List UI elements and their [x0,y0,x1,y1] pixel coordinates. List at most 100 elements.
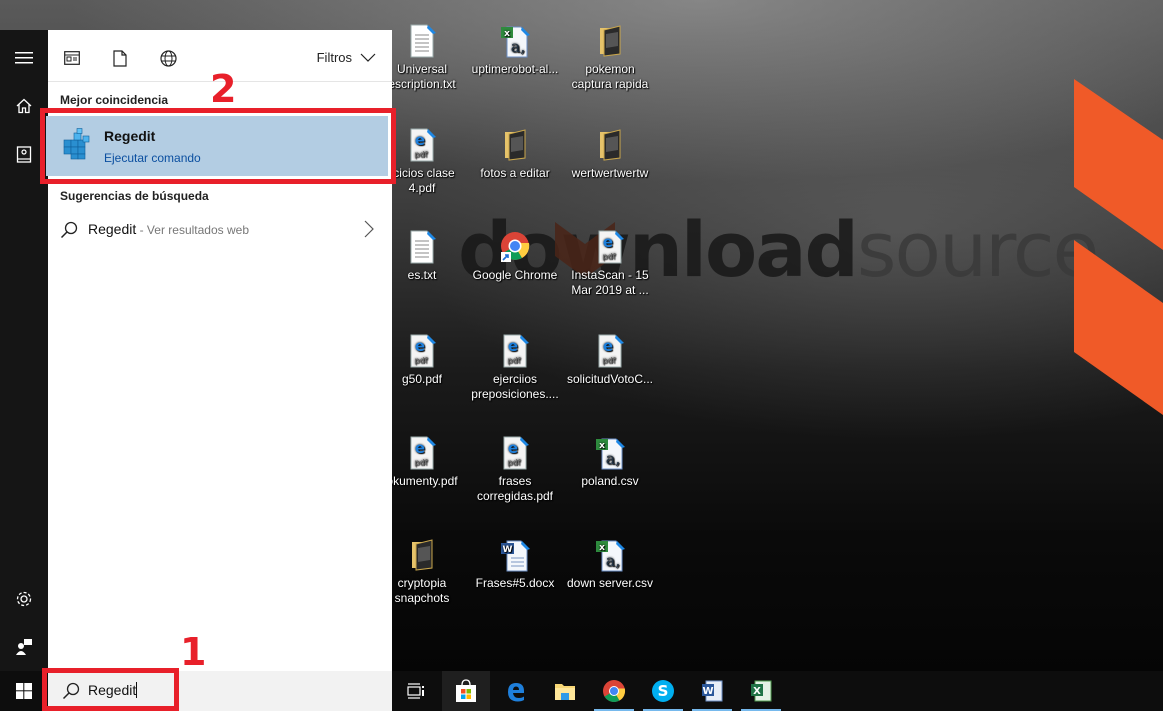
web-globe-icon [159,49,177,67]
svg-text:pdf: pdf [508,458,521,467]
svg-text:e: e [508,439,518,457]
web-suggestion-hint: - Ver resultados web [136,223,249,237]
desktop-icon-pdf[interactable]: e pdf solicitudVotoC... [563,334,657,387]
desktop-icon-label: solicitudVotoC... [566,372,654,386]
pdf-file-icon: e pdf [406,334,438,368]
chevron-down-icon [360,53,376,62]
desktop-icon-pdf[interactable]: e pdf InstaScan - 15 Mar 2019 at ... [563,230,657,298]
svg-text:e: e [415,131,425,149]
svg-text:pdf: pdf [415,150,428,159]
desktop-icon-label: uptimerobot-al... [471,62,559,76]
desktop-icon-csv[interactable]: x a, down server.csv [563,538,657,591]
word-icon: W [702,680,723,702]
svg-text:pdf: pdf [508,356,521,365]
annotation-number-2: 2 [210,67,237,111]
svg-text:W: W [702,686,713,697]
desktop-icon-docx[interactable]: W Frases#5.docx [468,538,562,591]
folder-file-icon [406,538,438,572]
svg-text:x: x [599,543,605,553]
csv-file-icon: x a, [594,538,626,572]
csv-file-icon: x a, [499,24,531,58]
svg-text:e: e [603,337,613,355]
best-match-heading: Mejor coincidencia [60,93,169,107]
svg-text:pdf: pdf [603,356,616,365]
settings-button[interactable] [0,579,48,619]
desktop-icon-label: poland.csv [581,474,639,488]
windows-logo-icon [16,683,32,699]
folder-file-icon [499,128,531,162]
svg-text:e: e [603,233,613,251]
desktop-icon-chrome[interactable]: Google Chrome [468,230,562,283]
annotation-box-step-1 [42,668,179,711]
apps-icon [64,51,80,65]
chrome-icon [603,680,626,702]
tab-apps[interactable] [62,48,82,68]
taskbar-store[interactable] [442,671,490,711]
pdf-file-icon: e pdf [406,436,438,470]
watermark-bold-2: nload [628,205,859,294]
edge-icon [508,683,524,702]
taskbar-file-explorer[interactable] [541,671,589,711]
folder-file-icon [594,24,626,58]
start-button[interactable] [0,671,48,711]
txt-file-icon [406,24,438,58]
excel-icon: X [751,680,772,702]
desktop-icon-label: down server.csv [566,576,654,590]
pdf-file-icon: e pdf [594,230,626,264]
task-view-button[interactable] [392,671,440,711]
desktop-icon-pdf[interactable]: e pdf frases corregidas.pdf [468,436,562,504]
desktop-icon-pdf[interactable]: e pdf ejerciios preposiciones.... [468,334,562,402]
notebook-icon [16,145,32,163]
tab-documents[interactable] [110,48,130,68]
svg-text:a,: a, [511,37,526,56]
pdf-file-icon: e pdf [594,334,626,368]
filters-label: Filtros [316,50,352,65]
desktop-icon-label: frases corregidas.pdf [476,474,554,503]
svg-text:pdf: pdf [415,458,428,467]
taskbar-skype[interactable]: S [639,671,687,711]
desktop-icon-folder[interactable]: wertwertwertw [563,128,657,181]
desktop-icon-csv[interactable]: x a, uptimerobot-al... [468,24,562,77]
taskbar-excel[interactable]: X [737,671,785,711]
documents-icon [113,49,127,67]
svg-text:X: X [753,686,761,697]
svg-text:x: x [599,441,605,451]
pdf-file-icon: e pdf [406,128,438,162]
desktop-icon-folder[interactable]: fotos a editar [468,128,562,181]
desktop-icon-label: InstaScan - 15 Mar 2019 at ... [571,268,649,297]
svg-text:a,: a, [606,449,621,468]
desktop-icon-label: ejerciios preposiciones.... [471,372,559,401]
folder-file-icon [594,128,626,162]
skype-icon: S [652,680,674,702]
hamburger-menu-button[interactable] [0,38,48,78]
desktop-icon-folder[interactable]: pokemon captura rapida [563,24,657,92]
chrome-file-icon [499,230,531,264]
svg-text:x: x [504,29,510,39]
file-explorer-icon [555,684,575,700]
suggestions-heading: Sugerencias de búsqueda [60,189,209,203]
desktop-icon-csv[interactable]: x a, poland.csv [563,436,657,489]
task-view-icon [407,683,424,699]
desktop-icon-label: wertwertwertw [571,166,649,180]
svg-text:W: W [503,545,513,555]
taskbar-edge[interactable] [492,671,540,711]
csv-file-icon: x a, [594,436,626,470]
filters-dropdown[interactable]: Filtros [317,50,376,65]
svg-text:e: e [415,439,425,457]
taskbar-chrome[interactable] [590,671,638,711]
desktop-icon-label: pokemon captura rapida [571,62,649,91]
chevron-right-icon [364,220,374,238]
taskbar-word[interactable]: W [688,671,736,711]
svg-text:pdf: pdf [603,252,616,261]
svg-text:e: e [415,337,425,355]
svg-text:a,: a, [606,551,621,570]
txt-file-icon [406,230,438,264]
annotation-number-1: 1 [180,630,207,674]
svg-text:pdf: pdf [415,356,428,365]
svg-text:S: S [658,682,669,700]
home-icon [16,98,32,114]
feedback-button[interactable] [0,627,48,667]
pdf-file-icon: e pdf [499,436,531,470]
tab-web[interactable] [158,48,178,68]
web-suggestion-item[interactable]: Regedit - Ver resultados web [48,216,392,248]
